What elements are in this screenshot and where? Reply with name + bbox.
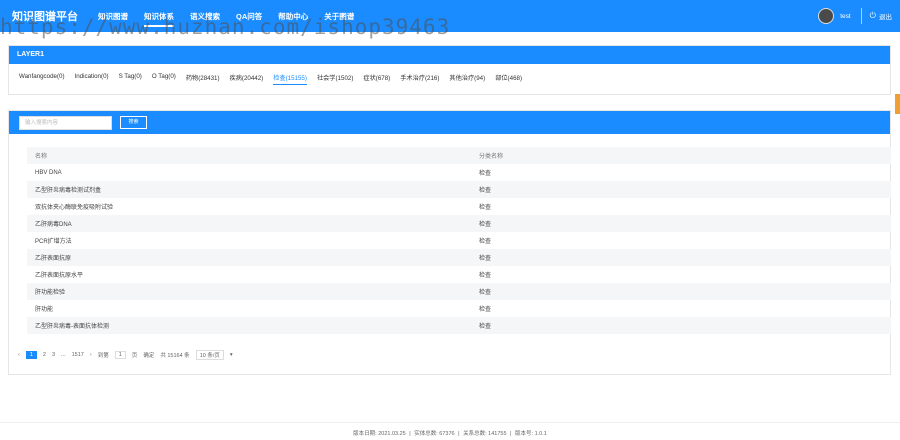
nav-item-search[interactable]: 语义搜索 [190, 5, 220, 28]
header-category: 分类名称 [479, 154, 504, 160]
table-row[interactable]: 肝功能 检查 [27, 300, 891, 317]
cell-category: 检查 [479, 290, 492, 296]
results-table: 名称 分类名称 HBV DNA 检查 乙型肝炎病毒检测试剂盒 检查 双抗体夹心酶联免… [27, 147, 891, 334]
cell-name: 乙型肝炎病毒-表面抗体检测 [35, 324, 109, 330]
cell-category: 检查 [479, 171, 492, 177]
version-number: 版本号: 1.0.1 [515, 431, 547, 437]
version-date: 版本日期: 2021.03.25 [353, 431, 406, 437]
username[interactable]: test [840, 13, 850, 20]
total-count: 共 15164 条 [160, 353, 190, 359]
tag-sociology[interactable]: 社会学(1502) [317, 73, 353, 85]
page-size-select[interactable]: 10 条/页 [195, 350, 224, 360]
prev-page-button[interactable]: ‹ [18, 352, 20, 358]
table-row[interactable]: 双抗体夹心酶联免疫吸附试验 检查 [27, 198, 891, 215]
cell-category: 检查 [479, 307, 492, 313]
top-nav: 知识图谱平台 知识图谱 知识体系 语义搜索 QA问答 帮助中心 关于图谱 tes… [0, 0, 900, 32]
table-row[interactable]: 乙型肝炎病毒检测试剂盒 检查 [27, 181, 891, 198]
tag-wanfangcode[interactable]: Wanfangcode(0) [19, 73, 65, 85]
footer: 版本日期: 2021.03.25 | 实体总数: 67376 | 关系总数: 1… [0, 422, 900, 437]
relation-count: 关系总数: 141755 [463, 431, 507, 437]
search-bar: 输入搜索内容 搜索 [9, 111, 890, 134]
page-unit-label: 页 [131, 353, 138, 359]
confirm-button[interactable]: 确定 [143, 351, 154, 359]
tag-body-part[interactable]: 部位(468) [495, 73, 522, 85]
tag-exam[interactable]: 检查(15155) [273, 73, 307, 85]
chevron-down-icon[interactable]: ▾ [230, 352, 233, 358]
cell-category: 检查 [479, 205, 492, 211]
layer-panel: LAYER1 Wanfangcode(0) Indication(0) S Ta… [8, 45, 891, 95]
pagination: ‹ 1 2 3 ... 1517 › 到第 1 页 确定 共 15164 条 1… [18, 350, 239, 360]
page-last[interactable]: 1517 [72, 352, 84, 358]
tag-symptom[interactable]: 症状(678) [363, 73, 390, 85]
page-3[interactable]: 3 [52, 352, 55, 358]
category-tags: Wanfangcode(0) Indication(0) S Tag(0) O … [9, 64, 890, 85]
table-row[interactable]: PCR扩增方法 检查 [27, 232, 891, 249]
cell-category: 检查 [479, 324, 492, 330]
cell-name: 双抗体夹心酶联免疫吸附试验 [35, 205, 114, 211]
logout-icon[interactable]: ⏻ [870, 11, 876, 21]
cell-name: 乙型肝炎病毒检测试剂盒 [35, 188, 102, 194]
page-1[interactable]: 1 [25, 351, 37, 359]
cell-name: PCR扩增方法 [35, 239, 72, 245]
table-header: 名称 分类名称 [27, 147, 891, 164]
tag-drug[interactable]: 药物(28431) [186, 73, 220, 85]
cell-name: HBV DNA [35, 169, 62, 176]
table-row[interactable]: 乙肝病毒DNA 检查 [27, 215, 891, 232]
side-tab[interactable] [895, 94, 900, 114]
nav-item-help[interactable]: 帮助中心 [278, 5, 308, 28]
tag-other-therapy[interactable]: 其他治疗(94) [449, 73, 485, 85]
layer-title: LAYER1 [9, 46, 890, 64]
logout-link[interactable]: 退出 [879, 11, 892, 21]
entity-count: 实体总数: 67376 [414, 431, 455, 437]
cell-name: 肝功能 [35, 307, 54, 313]
table-row[interactable]: 乙型肝炎病毒-表面抗体检测 检查 [27, 317, 891, 334]
cell-category: 检查 [479, 188, 492, 194]
header-name: 名称 [35, 154, 48, 160]
next-page-button[interactable]: › [90, 352, 92, 358]
tag-surgery[interactable]: 手术治疗(216) [400, 73, 439, 85]
page-ellipsis[interactable]: ... [61, 352, 66, 358]
nav-item-qa[interactable]: QA问答 [236, 5, 262, 28]
cell-name: 肝功能检验 [35, 290, 66, 296]
nav-item-graph[interactable]: 知识图谱 [98, 5, 128, 28]
page-2[interactable]: 2 [43, 352, 46, 358]
nav-item-system[interactable]: 知识体系 [144, 5, 174, 28]
tag-o-tag[interactable]: O Tag(0) [152, 73, 176, 85]
avatar[interactable] [818, 8, 835, 24]
cell-category: 检查 [479, 239, 492, 245]
tag-disease[interactable]: 疾病(20442) [230, 73, 264, 85]
goto-page-input[interactable]: 1 [114, 351, 126, 359]
table-row[interactable]: 乙肝表面抗原 检查 [27, 249, 891, 266]
table-row[interactable]: HBV DNA 检查 [27, 164, 891, 181]
cell-name: 乙肝病毒DNA [35, 222, 72, 228]
search-input[interactable]: 输入搜索内容 [19, 115, 112, 130]
table-row[interactable]: 肝功能检验 检查 [27, 283, 891, 300]
tag-s-tag[interactable]: S Tag(0) [119, 73, 142, 85]
cell-name: 乙肝表面抗原水平 [35, 273, 84, 279]
goto-label: 到第 [97, 353, 109, 359]
tag-indication[interactable]: Indication(0) [75, 73, 109, 85]
brand-logo[interactable]: 知识图谱平台 [12, 8, 78, 24]
nav-item-about[interactable]: 关于图谱 [324, 5, 354, 28]
cell-category: 检查 [479, 273, 492, 279]
user-area: test ⏻ 退出 [818, 0, 892, 32]
divider [860, 8, 862, 24]
cell-category: 检查 [479, 256, 492, 262]
cell-category: 检查 [479, 222, 492, 228]
results-panel: 输入搜索内容 搜索 名称 分类名称 HBV DNA 检查 乙型肝炎病毒检测试剂盒检… [8, 110, 891, 375]
cell-name: 乙肝表面抗原 [35, 256, 72, 262]
table-row[interactable]: 乙肝表面抗原水平 检查 [27, 266, 891, 283]
search-button[interactable]: 搜索 [120, 116, 147, 129]
